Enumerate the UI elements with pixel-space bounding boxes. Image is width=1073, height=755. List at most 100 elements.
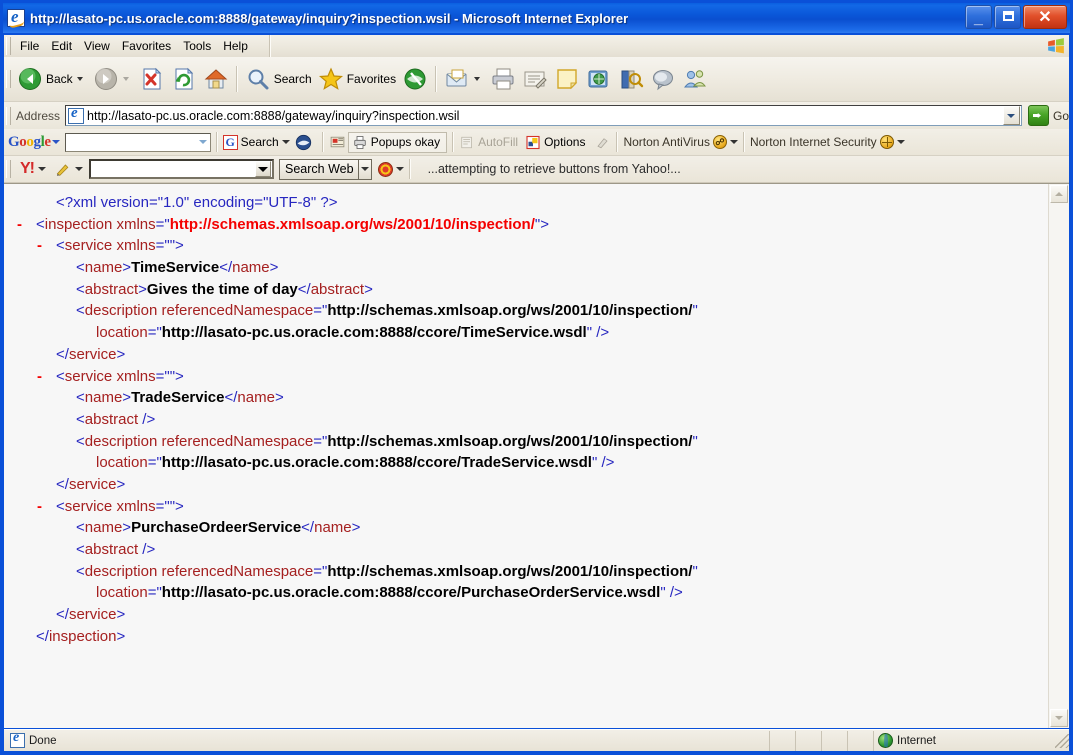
yahoo-menu-arrow-icon[interactable] <box>38 167 46 171</box>
highlighter-icon[interactable] <box>594 135 611 150</box>
ie-document-icon <box>7 7 25 27</box>
yahoo-gripper[interactable] <box>6 160 11 178</box>
google-search-dropdown-icon[interactable] <box>281 140 290 144</box>
print-button[interactable] <box>487 60 519 98</box>
xml-token: " <box>692 302 698 320</box>
forward-button[interactable] <box>90 60 136 98</box>
menu-item-edit[interactable]: Edit <box>45 37 78 55</box>
close-icon: ✕ <box>1038 9 1052 26</box>
address-dropdown-button[interactable] <box>1002 106 1020 125</box>
notes-button[interactable] <box>551 60 583 98</box>
google-search-input[interactable] <box>64 132 211 152</box>
google-g-icon: G <box>222 134 238 150</box>
security-zone-pane[interactable]: Internet <box>873 730 1053 751</box>
xml-collapse-toggle[interactable]: - <box>37 235 42 257</box>
xml-token: </ <box>301 519 315 537</box>
xml-token: </ <box>56 606 69 624</box>
address-bar: Address http://lasato-pc.us.oracle.com:8… <box>4 102 1069 129</box>
menu-gripper[interactable] <box>6 37 11 55</box>
xml-token: > <box>116 475 126 493</box>
xml-token: location <box>96 324 148 342</box>
forward-dropdown-arrow-icon[interactable] <box>122 77 129 81</box>
yahoo-pencil-dropdown-icon[interactable] <box>75 167 83 171</box>
google-search-label[interactable]: Search <box>241 135 279 149</box>
maximize-button[interactable] <box>994 5 1021 29</box>
yahoo-search-web-button[interactable]: Search Web <box>279 158 372 180</box>
status-pane-2 <box>795 730 821 751</box>
popups-okay-button[interactable]: Popups okay <box>347 131 448 153</box>
xml-token: service <box>68 345 117 363</box>
close-button[interactable]: ✕ <box>1023 5 1067 29</box>
resize-grip[interactable] <box>1055 733 1069 748</box>
go-button[interactable]: Go <box>1027 105 1069 126</box>
xml-token: "UTF-8" <box>263 194 317 211</box>
google-pagerank-icon[interactable] <box>295 134 312 151</box>
yahoo-toolbar: Y! Search Web ...attempting to retrieve … <box>4 156 1069 183</box>
xml-token: " <box>692 432 698 450</box>
refresh-button[interactable] <box>168 60 200 98</box>
xml-token: abstract <box>84 410 139 428</box>
norton-internet-security-label[interactable]: Norton Internet Security <box>750 135 877 149</box>
home-icon <box>204 69 227 89</box>
messenger-button[interactable] <box>647 60 679 98</box>
xml-token: /> <box>138 410 156 428</box>
menu-item-file[interactable]: File <box>14 37 45 55</box>
mail-dropdown-arrow-icon[interactable] <box>474 77 481 81</box>
xml-collapse-toggle[interactable]: - <box>17 214 22 236</box>
edit-button[interactable] <box>519 60 551 98</box>
google-search-history-icon[interactable] <box>198 140 207 144</box>
menu-item-help[interactable]: Help <box>217 37 254 55</box>
browser-window: http://lasato-pc.us.oracle.com:8888/gate… <box>0 0 1073 755</box>
back-button[interactable]: Back <box>14 60 90 98</box>
yahoo-pencil-icon[interactable] <box>54 161 72 177</box>
research-button[interactable] <box>615 60 647 98</box>
yahoo-popup-blocker-icon[interactable] <box>377 161 393 177</box>
address-gripper[interactable] <box>6 106 11 125</box>
menu-divider <box>269 35 271 57</box>
xml-line: - <service xmlns=""> <box>14 496 1048 518</box>
xml-token: " <box>692 562 698 580</box>
options-icon[interactable] <box>525 135 541 150</box>
xml-token: /> <box>138 541 156 558</box>
discuss-button[interactable] <box>583 60 615 98</box>
yahoo-logo[interactable]: Y! <box>20 160 35 178</box>
search-button[interactable]: Search <box>242 60 315 98</box>
google-news-icon[interactable] <box>329 134 346 150</box>
norton-antivirus-icon: ☍ <box>712 135 727 149</box>
scroll-up-button[interactable] <box>1050 185 1068 203</box>
google-logo[interactable]: Google <box>8 134 51 151</box>
address-label: Address <box>16 108 61 123</box>
yahoo-search-web-dropdown[interactable] <box>357 158 371 180</box>
back-dropdown-arrow-icon[interactable] <box>76 77 83 81</box>
toolbar-gripper[interactable] <box>6 70 11 88</box>
menu-item-view[interactable]: View <box>78 37 116 55</box>
menu-item-tools[interactable]: Tools <box>177 37 217 55</box>
xml-token: < <box>76 541 85 558</box>
media-button[interactable] <box>399 60 431 98</box>
menu-item-favorites[interactable]: Favorites <box>116 37 177 55</box>
xml-token: name <box>84 259 123 277</box>
yahoo-popup-dropdown-icon[interactable] <box>395 167 404 171</box>
home-button[interactable] <box>200 60 232 98</box>
xml-collapse-toggle[interactable]: - <box>37 366 42 388</box>
favorites-button[interactable]: Favorites <box>315 60 399 98</box>
address-input[interactable]: http://lasato-pc.us.oracle.com:8888/gate… <box>65 105 1022 126</box>
xml-token: > <box>122 259 132 277</box>
people-button[interactable] <box>679 60 711 98</box>
google-menu-arrow-icon[interactable] <box>51 140 60 144</box>
xml-collapse-toggle[interactable]: - <box>37 496 42 518</box>
norton-internet-security-dropdown-icon[interactable] <box>896 140 905 144</box>
vertical-scrollbar[interactable] <box>1048 184 1069 728</box>
yahoo-search-dropdown-button[interactable] <box>255 161 271 177</box>
xml-token: > <box>138 280 147 298</box>
options-label[interactable]: Options <box>544 135 585 149</box>
mail-button[interactable] <box>441 60 487 98</box>
scroll-down-button[interactable] <box>1050 709 1068 727</box>
windows-flag-icon <box>1048 38 1064 54</box>
minimize-button[interactable]: _ <box>965 5 992 29</box>
yahoo-search-input[interactable] <box>89 159 274 179</box>
xml-token: http://schemas.xmlsoap.org/ws/2001/10/in… <box>327 302 693 320</box>
norton-antivirus-dropdown-icon[interactable] <box>729 140 738 144</box>
stop-button[interactable] <box>136 60 168 98</box>
norton-antivirus-label[interactable]: Norton AntiVirus <box>623 135 710 149</box>
